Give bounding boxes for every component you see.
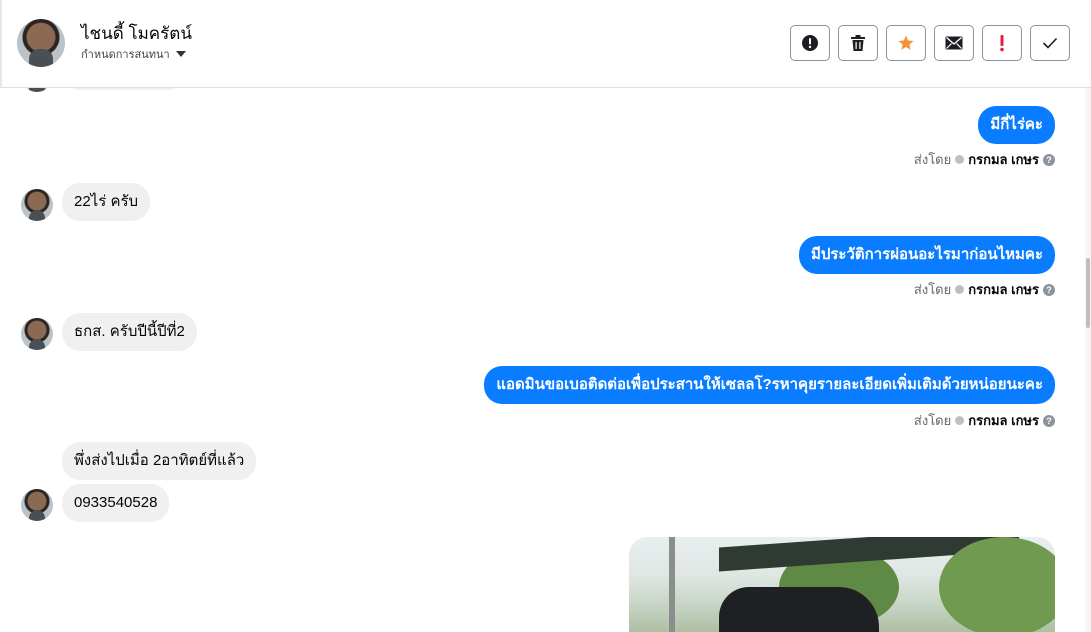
delete-button[interactable] — [838, 25, 878, 61]
sent-status-icon — [955, 155, 965, 164]
scrollbar-thumb[interactable] — [1086, 258, 1090, 328]
help-icon[interactable]: ? — [1043, 414, 1055, 427]
sent-by-prefix: ส่งโดย — [913, 282, 952, 297]
help-icon[interactable]: ? — [1043, 283, 1055, 296]
incoming-message: 0933540528 — [62, 484, 170, 522]
outgoing-message: มีประวัติการผ่อนอะไรมาก่อนไหมคะ — [798, 236, 1055, 274]
mark-unread-button[interactable] — [934, 25, 974, 61]
sent-by-line: ส่งโดย กรกมล เกษร ? — [914, 410, 1055, 431]
exclamation-icon — [1000, 35, 1004, 52]
outgoing-message: แอดมินขอเบอติดต่อเพื่อประสานให้เซลลโ?รหา… — [484, 366, 1055, 404]
check-icon — [1042, 37, 1058, 49]
contact-avatar-small[interactable] — [21, 189, 53, 221]
contact-avatar-small[interactable] — [21, 489, 53, 521]
sent-by-agent: กรกมล เกษร — [968, 152, 1039, 167]
incoming-message-partial — [62, 88, 186, 90]
conversation-header: ไชนดี้ โมครัตน์ กำหนดการสนทนา — [0, 0, 1091, 88]
contact-avatar[interactable] — [17, 19, 65, 67]
done-button[interactable] — [1030, 25, 1070, 61]
sent-status-icon — [955, 285, 965, 294]
sent-by-prefix: ส่งโดย — [913, 152, 952, 167]
sent-by-agent: กรกมล เกษร — [968, 282, 1039, 297]
thread-scrollbar[interactable] — [1085, 88, 1091, 632]
alert-circle-icon — [802, 35, 818, 51]
star-icon — [898, 35, 914, 50]
sent-status-icon — [955, 416, 965, 425]
sent-by-line: ส่งโดย กรกมล เกษร ? — [914, 279, 1055, 300]
header-actions — [790, 25, 1070, 61]
sent-by-line: ส่งโดย กรกมล เกษร ? — [914, 149, 1055, 170]
star-button[interactable] — [886, 25, 926, 61]
outgoing-message: มีกี่ไร่คะ — [978, 106, 1055, 144]
trash-icon — [851, 35, 865, 51]
sent-by-agent: กรกมล เกษร — [968, 413, 1039, 428]
message-thread[interactable]: มีกี่ไร่คะ ส่งโดย กรกมล เกษร ? 22ไร่ ครั… — [0, 88, 1085, 632]
incoming-message: ธกส. ครับปีนี้ปีที่2 — [62, 313, 197, 351]
incoming-message: 22ไร่ ครับ — [62, 183, 151, 221]
caret-down-icon — [175, 51, 186, 57]
envelope-icon — [945, 36, 963, 50]
contact-avatar-small[interactable] — [21, 318, 53, 350]
assign-conversation-dropdown[interactable]: กำหนดการสนทนา — [81, 45, 186, 63]
contact-avatar-small — [21, 88, 53, 92]
help-icon[interactable]: ? — [1043, 153, 1055, 166]
incoming-message: พึ่งส่งไปเมื่อ 2อาทิตย์ที่แล้ว — [62, 442, 257, 480]
sent-by-prefix: ส่งโดย — [913, 413, 952, 428]
outgoing-image-attachment[interactable] — [629, 537, 1055, 632]
contact-name[interactable]: ไชนดี้ โมครัตน์ — [81, 20, 192, 47]
spam-button[interactable] — [982, 25, 1022, 61]
report-button[interactable] — [790, 25, 830, 61]
assign-conversation-label: กำหนดการสนทนา — [81, 49, 170, 61]
